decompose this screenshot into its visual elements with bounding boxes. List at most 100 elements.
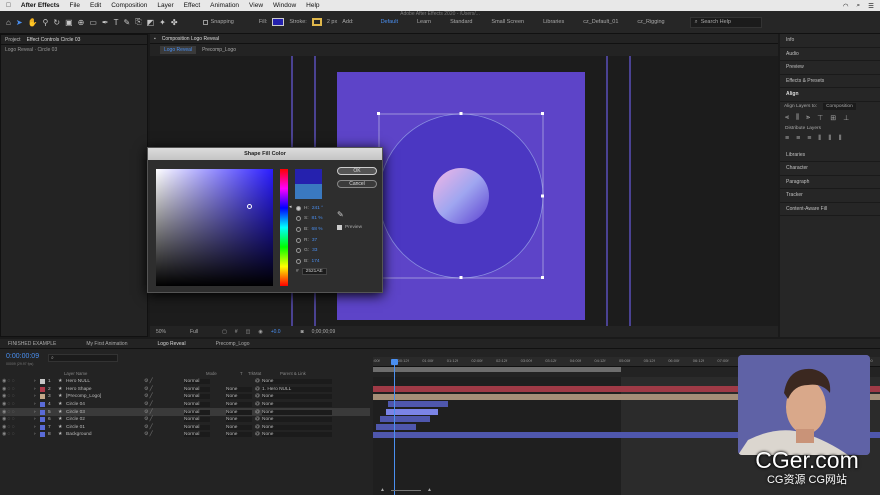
work-area-bar[interactable] [373,367,621,372]
mode-select[interactable]: Normal [184,417,210,423]
snapping-toggle[interactable]: Snapping [202,19,234,25]
layer-name[interactable]: Hero NULL [66,379,144,384]
switches-icon[interactable]: ⚙ ╱ [144,379,184,384]
ok-button[interactable]: OK [337,167,377,175]
playhead-handle-icon[interactable] [391,359,398,365]
col-mode[interactable]: Mode [206,371,240,376]
layer-row[interactable]: ◉ ◌ ◌ › 4 ★ Circle 04 ⚙ ╱ Normal None @ None [0,401,370,409]
tab-my-first-animation[interactable]: My First Animation [86,341,127,347]
camera-tool-icon[interactable]: ▣ [65,18,73,27]
visibility-icon[interactable]: ◉ ◌ ◌ [0,402,34,407]
label-color[interactable] [40,424,45,430]
distribute-vcenter-icon[interactable]: ≡ [796,135,800,143]
clone-tool-icon[interactable]: ⎘ [135,17,141,27]
preview-checkbox[interactable] [337,225,342,230]
workspace-cz-default[interactable]: cz_Default_01 [583,19,618,25]
parent-select[interactable]: None [262,417,332,423]
panel-libraries[interactable]: Libraries [780,149,880,162]
panel-character[interactable]: Character [780,162,880,176]
snapshot-icon[interactable]: ◙ [301,329,304,335]
pickwhip-icon[interactable]: @ [252,432,262,437]
mode-select[interactable]: Normal [184,386,210,392]
wifi-icon[interactable]: ◠ [843,2,849,10]
menu-layer[interactable]: Layer [157,2,173,9]
value-r[interactable]: 37 [312,238,317,243]
tab-project[interactable]: Project [5,37,21,43]
label-color[interactable] [40,409,45,415]
align-left-icon[interactable]: ⫷ [785,114,789,122]
field-hex[interactable]: #2521AE [296,267,327,278]
comp-panel-title[interactable]: Composition Logo Reveal [162,36,219,42]
menu-view[interactable]: View [249,2,263,9]
layer-name[interactable]: Circle 02 [66,417,144,422]
layer-duration-bar[interactable] [376,424,416,430]
panel-align[interactable]: Align [780,88,880,102]
workspace-small-screen[interactable]: Small Screen [491,19,524,25]
home-icon[interactable]: ⌂ [6,18,11,27]
parent-select[interactable]: None [262,432,332,438]
visibility-icon[interactable]: ◉ ◌ ◌ [0,417,34,422]
value-b[interactable]: 68 % [312,227,323,232]
comp-lock-icon[interactable]: ▪ [154,36,156,42]
menu-effect[interactable]: Effect [184,2,201,9]
mode-select[interactable]: Normal [184,394,210,400]
switches-icon[interactable]: ⚙ ╱ [144,402,184,407]
zoom-slider[interactable] [390,489,421,491]
hue-slider[interactable] [280,169,288,286]
visibility-icon[interactable]: ◉ ◌ ◌ [0,394,34,399]
radio-b[interactable] [296,226,301,232]
parent-select[interactable]: None [262,379,332,385]
field-s[interactable]: S: 81 % [296,214,327,225]
col-layer-name[interactable]: Layer Name [64,371,206,376]
pickwhip-icon[interactable]: @ [252,387,262,392]
label-color[interactable] [40,386,45,392]
radio-s[interactable] [296,216,301,222]
color-picker-cursor[interactable] [247,204,252,209]
switches-icon[interactable]: ⚙ ╱ [144,425,184,430]
align-right-icon[interactable]: ⫸ [806,114,810,122]
brush-tool-icon[interactable]: ✎ [124,18,131,27]
radio-g[interactable] [296,248,301,254]
visibility-icon[interactable]: ◉ ◌ ◌ [0,410,34,415]
switches-icon[interactable]: ⚙ ╱ [144,394,184,399]
pen-tool-icon[interactable]: ✒ [102,18,109,27]
align-vcenter-icon[interactable]: ⊞ [830,114,836,122]
label-color[interactable] [40,394,45,400]
mode-select[interactable]: Normal [184,379,210,385]
search-help-field[interactable]: ⌕ Search Help [689,16,762,28]
workspace-standard[interactable]: Standard [450,19,472,25]
preview-toggle[interactable]: Preview [337,225,362,230]
channel-icon[interactable]: ◉ [258,329,262,335]
trkmat-select[interactable]: None [226,432,252,438]
layer-name[interactable]: Circle 01 [66,425,144,430]
col-trkmat[interactable]: TrkMat [248,371,280,376]
layer-row[interactable]: ◉ ◌ ◌ › 8 ★ Background ⚙ ╱ Normal None @ None [0,431,370,439]
mode-select[interactable]: Normal [184,409,210,415]
logo-circle[interactable] [433,168,489,224]
workspace-learn[interactable]: Learn [417,19,431,25]
mask-icon[interactable]: ◫ [246,329,251,335]
parent-select[interactable]: None [262,402,332,408]
layer-row[interactable]: ◉ ◌ ◌ › 6 ★ Circle 02 ⚙ ╱ Normal None @ None [0,416,370,424]
eyedropper-icon[interactable]: ✎ [337,210,344,219]
tab-effect-controls[interactable]: Effect Controls Circle 03 [27,37,81,43]
layer-row[interactable]: ◉ ◌ ◌ › 3 ★ [Precomp_Logo] ⚙ ╱ Normal None @ None [0,393,370,401]
tab-precomp-logo[interactable]: Precomp_Logo [216,341,250,347]
selection-tool-icon[interactable]: ➤ [16,18,23,27]
radio-blue[interactable] [296,258,301,264]
menu-animation[interactable]: Animation [210,2,239,9]
old-color-swatch[interactable] [295,184,322,199]
align-top-icon[interactable]: ⊤ [817,114,823,122]
layer-row[interactable]: ◉ ◌ ◌ › 5 ★ Circle 03 ⚙ ╱ Normal None @ None [0,408,370,416]
layer-name[interactable]: Hero Shape [66,387,144,392]
distribute-hcenter-icon[interactable]: ⦀ [828,135,831,143]
align-to-select[interactable]: Composition [823,102,856,110]
pan-behind-icon[interactable]: ⊕ [78,18,85,27]
add-label[interactable]: Add: [342,19,353,25]
tab-logo-reveal[interactable]: Logo Reveal [157,341,185,347]
zoom-out-icon[interactable]: ▲ [380,487,385,493]
menu-icon[interactable]: ☰ [868,2,874,10]
subtab-logo-reveal[interactable]: Logo Reveal [160,46,197,54]
stroke-width[interactable]: 2 px [327,19,337,25]
value-g[interactable]: 33 [312,248,317,253]
